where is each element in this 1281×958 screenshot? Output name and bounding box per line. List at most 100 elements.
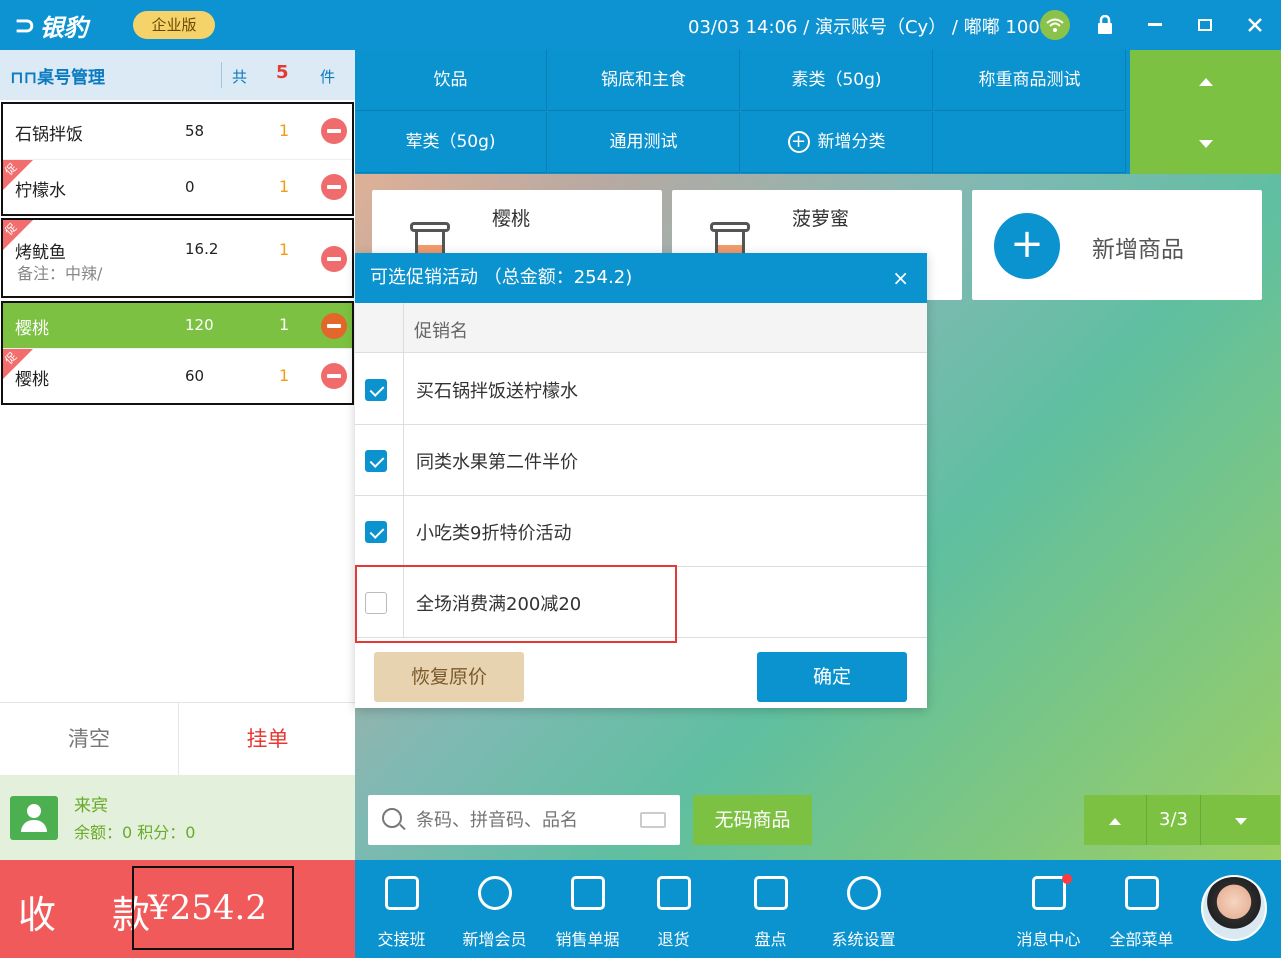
search-input[interactable] — [416, 805, 626, 835]
settings-button[interactable]: 系统设置 — [817, 860, 910, 958]
promotion-dialog: 可选促销活动 （总金额：254.2) × 促销名 买石锅拌饭送柠檬水 同类水果第… — [355, 253, 927, 708]
promotion-row[interactable]: 买石锅拌饭送柠檬水 — [355, 354, 927, 425]
customer-service-avatar[interactable] — [1201, 875, 1267, 941]
shift-handover-button[interactable]: 交接班 — [355, 860, 448, 958]
category-tab[interactable]: 荤类（50g) — [355, 112, 547, 173]
pager: 3/3 — [1084, 795, 1280, 845]
cart-row[interactable]: 石锅拌饭 58 1 — [3, 104, 352, 160]
category-down-button[interactable] — [1130, 112, 1281, 174]
promotion-name: 同类水果第二件半价 — [416, 452, 578, 473]
promotion-row[interactable]: 同类水果第二件半价 — [355, 425, 927, 496]
confirm-button[interactable]: 确定 — [757, 652, 907, 702]
add-member-icon — [478, 876, 512, 910]
remove-icon[interactable] — [321, 118, 347, 144]
restore-price-button[interactable]: 恢复原价 — [374, 652, 524, 702]
hold-order-button[interactable]: 挂单 — [178, 703, 356, 776]
tool-label: 销售单据 — [555, 930, 620, 949]
category-tab[interactable]: 素类（50g) — [741, 50, 933, 111]
promotion-row[interactable]: 小吃类9折特价活动 — [355, 496, 927, 567]
add-product-card[interactable]: + 新增商品 — [972, 190, 1262, 300]
sales-doc-button[interactable]: 销售单据 — [541, 860, 634, 958]
member-name: 来宾 — [74, 796, 108, 816]
sales-doc-icon — [571, 876, 605, 910]
dialog-close-button[interactable]: × — [892, 253, 909, 303]
promotion-name: 小吃类9折特价活动 — [416, 523, 572, 544]
tool-label: 新增会员 — [462, 930, 527, 949]
cart-actions: 清空 挂单 — [0, 702, 356, 776]
cart-row[interactable]: 樱桃 120 1 — [3, 303, 352, 349]
search-icon — [382, 808, 402, 828]
tool-label: 交接班 — [377, 930, 426, 949]
item-qty: 1 — [279, 177, 290, 196]
item-qty: 1 — [279, 315, 290, 334]
account-status: 03/03 14:06 / 演示账号（Cy） / 嘟嘟 1001 — [688, 17, 1052, 38]
add-member-button[interactable]: 新增会员 — [448, 860, 541, 958]
cart-group: 石锅拌饭 58 1 促 柠檬水 0 1 — [1, 102, 354, 216]
item-price: 120 — [185, 316, 214, 334]
category-tab[interactable]: 饮品 — [355, 50, 547, 111]
item-price: 16.2 — [185, 240, 219, 258]
inventory-button[interactable]: 盘点 — [724, 860, 817, 958]
app-name: 银豹 — [39, 14, 88, 42]
promotion-checkbox[interactable] — [365, 592, 387, 614]
all-menu-button[interactable]: 全部菜单 — [1095, 860, 1188, 958]
keyboard-icon[interactable] — [640, 812, 666, 828]
divider — [403, 303, 404, 638]
settings-icon — [847, 876, 881, 910]
tool-label: 系统设置 — [831, 930, 896, 949]
category-tab[interactable]: 通用测试 — [548, 112, 740, 173]
category-tab[interactable]: 锅底和主食 — [548, 50, 740, 111]
close-icon[interactable] — [1238, 8, 1272, 42]
page-down-button[interactable] — [1201, 795, 1280, 845]
promotion-checkbox[interactable] — [365, 379, 387, 401]
member-info[interactable]: 来宾 余额：0 积分：0 — [0, 775, 355, 860]
cart-row[interactable]: 促 樱桃 60 1 — [2, 349, 352, 403]
remove-icon[interactable] — [321, 174, 347, 200]
add-product-label: 新增商品 — [1092, 237, 1184, 263]
promotion-row[interactable]: 全场消费满200减20 — [355, 567, 927, 638]
item-price: 58 — [185, 122, 205, 140]
category-empty — [934, 112, 1126, 173]
page-up-button[interactable] — [1084, 795, 1146, 845]
checkout-button[interactable]: 收 款 ¥254.2 — [0, 860, 355, 958]
item-name: 樱桃 — [15, 319, 49, 339]
promotion-name: 全场消费满200减20 — [416, 594, 582, 615]
member-balance: 余额：0 积分：0 — [74, 823, 196, 842]
remove-icon[interactable] — [321, 363, 347, 389]
remove-icon[interactable] — [321, 313, 347, 339]
member-avatar-icon — [10, 796, 58, 840]
cart-row[interactable]: 促 烤鱿鱼 备注：中辣/ 16.2 1 — [2, 220, 352, 296]
message-icon — [1032, 876, 1066, 910]
maximize-icon[interactable] — [1188, 8, 1222, 42]
item-qty: 1 — [279, 121, 290, 140]
no-barcode-product-button[interactable]: 无码商品 — [693, 795, 812, 845]
checkout-amount: ¥254.2 — [132, 866, 294, 950]
promotion-table-header: 促销名 — [355, 303, 927, 353]
promotion-checkbox[interactable] — [365, 450, 387, 472]
cart-row[interactable]: 促 柠檬水 0 1 — [2, 160, 352, 214]
promotion-name: 买石锅拌饭送柠檬水 — [416, 381, 578, 402]
item-name: 樱桃 — [15, 370, 49, 390]
table-management[interactable]: ⊓⊓桌号管理 — [10, 63, 105, 88]
remove-icon[interactable] — [321, 246, 347, 272]
plus-icon: + — [994, 213, 1060, 279]
item-price: 60 — [185, 367, 205, 385]
title-bar: ⊃ 银豹 企业版 03/03 14:06 / 演示账号（Cy） / 嘟嘟 100… — [0, 0, 1281, 50]
wifi-icon[interactable] — [1040, 10, 1070, 40]
lock-icon[interactable] — [1088, 8, 1122, 42]
message-center-button[interactable]: 消息中心 — [1002, 860, 1095, 958]
category-tab[interactable]: 称重商品测试 — [934, 50, 1126, 111]
cart-group: 樱桃 120 1 促 樱桃 60 1 — [1, 301, 354, 405]
product-search — [368, 795, 680, 845]
tool-label: 退货 — [657, 930, 690, 949]
divider — [221, 62, 222, 88]
minimize-icon[interactable] — [1138, 8, 1172, 42]
category-up-button[interactable] — [1130, 50, 1281, 112]
edition-badge: 企业版 — [133, 11, 215, 39]
add-category-button[interactable]: + 新增分类 — [741, 112, 933, 173]
all-menu-icon — [1125, 876, 1159, 910]
return-button[interactable]: 退货 — [627, 860, 720, 958]
clear-button[interactable]: 清空 — [0, 703, 178, 776]
logo-mark-icon: ⊃ — [14, 10, 36, 41]
promotion-checkbox[interactable] — [365, 521, 387, 543]
